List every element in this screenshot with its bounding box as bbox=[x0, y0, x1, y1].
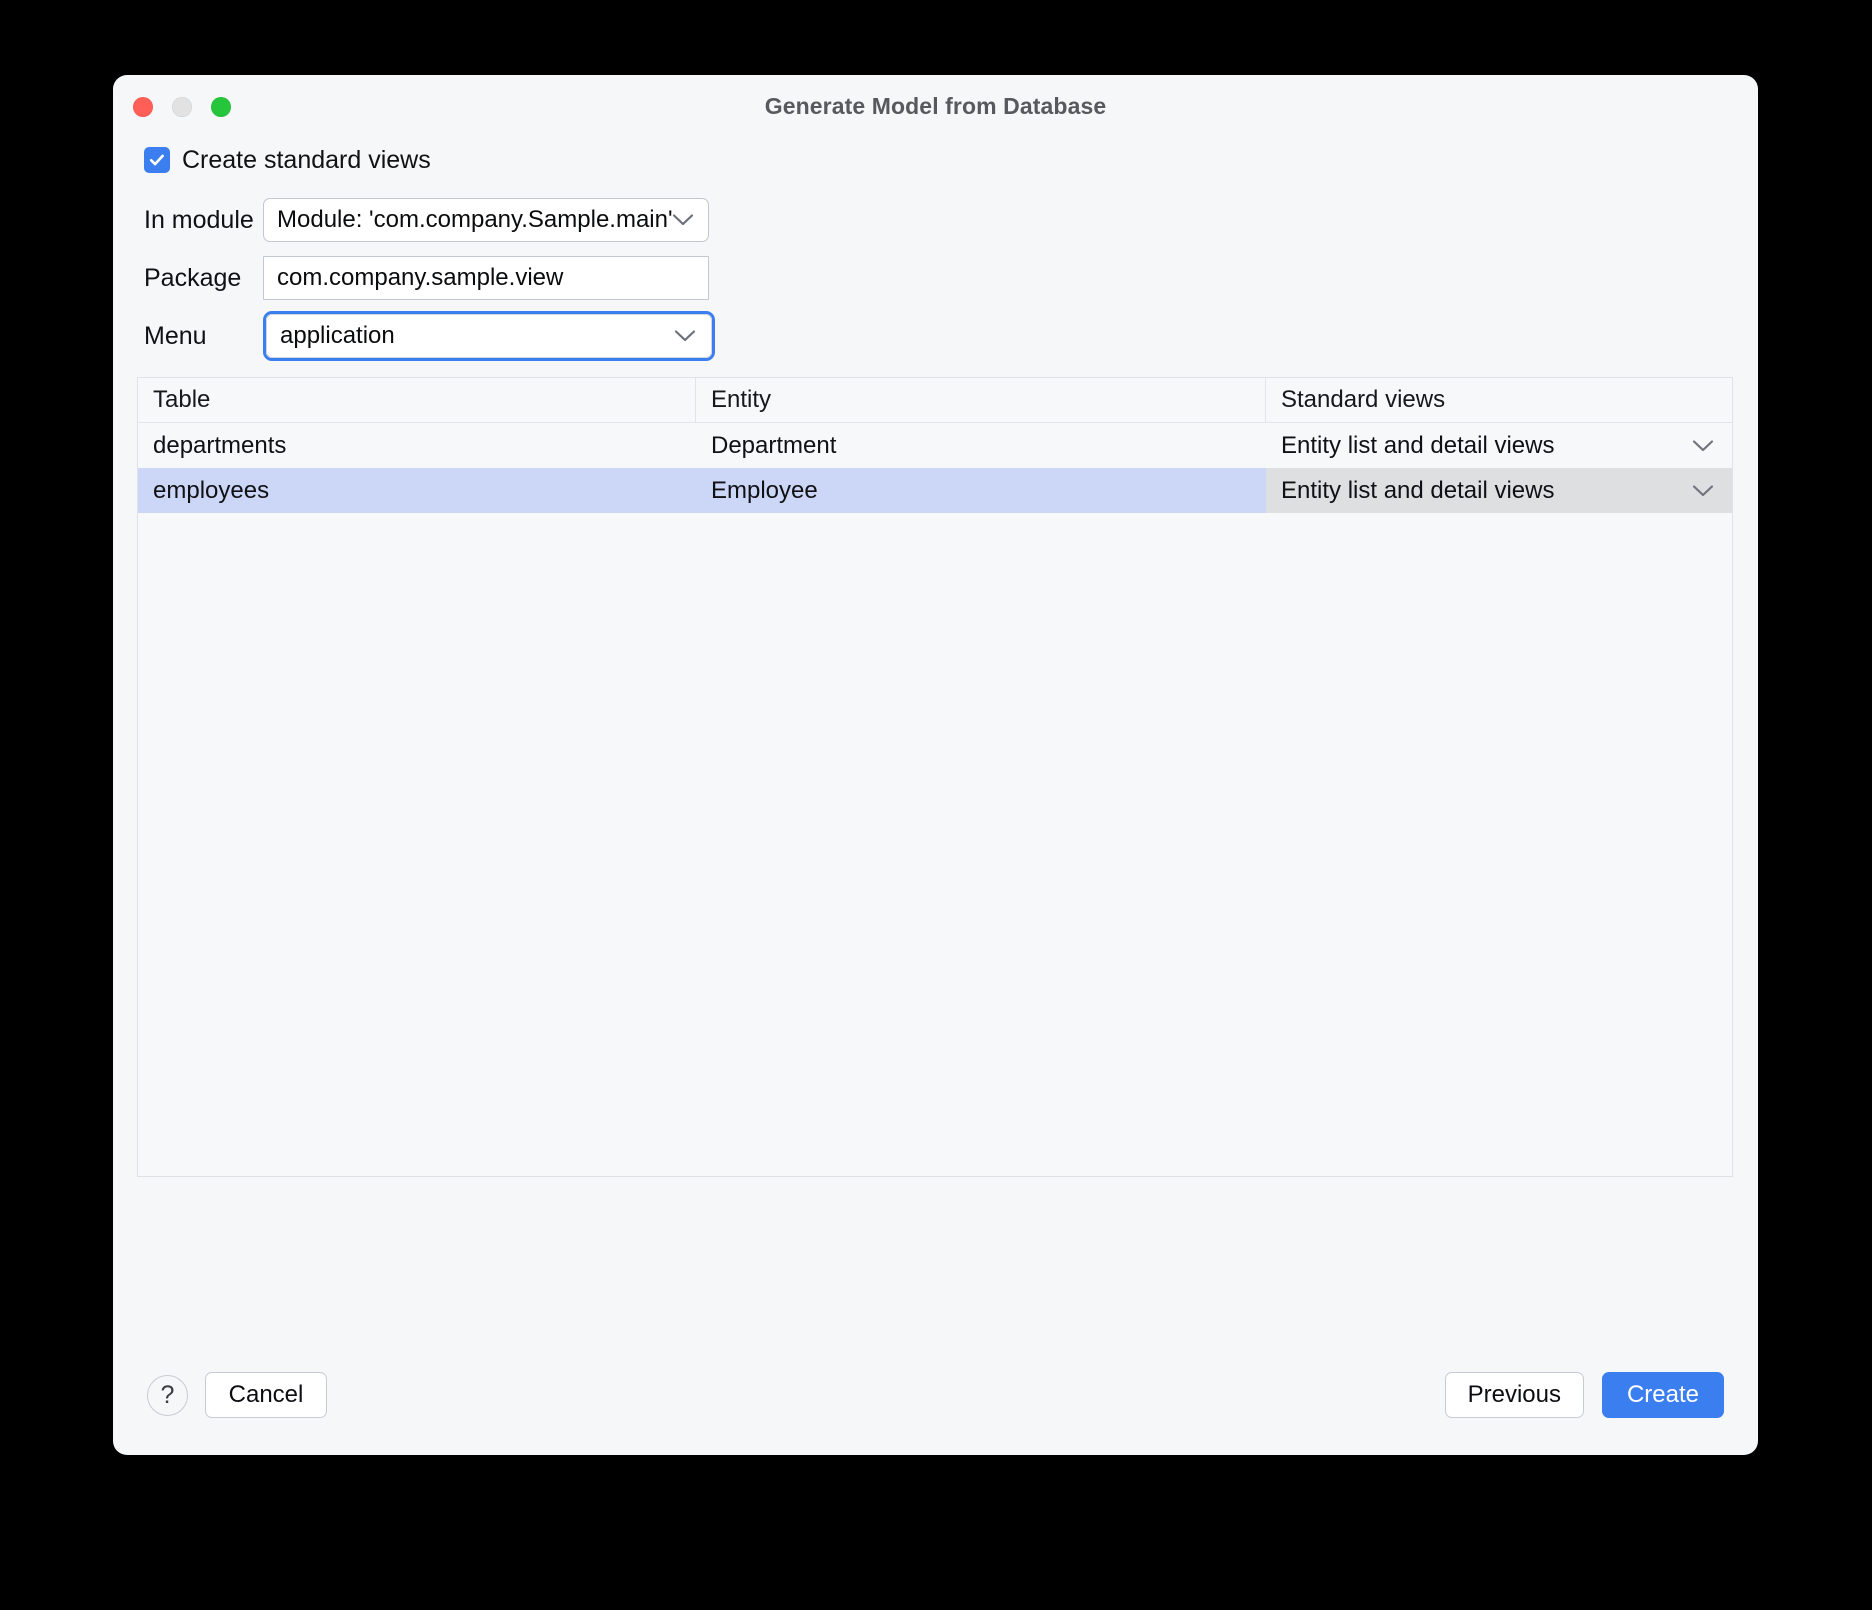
create-standard-views-checkbox[interactable] bbox=[144, 147, 170, 173]
cell-entity[interactable]: Employee bbox=[696, 468, 1266, 513]
previous-button[interactable]: Previous bbox=[1444, 1372, 1584, 1418]
dialog-content: Create standard views In module Module: … bbox=[113, 143, 1758, 1177]
create-button[interactable]: Create bbox=[1602, 1372, 1724, 1418]
menu-select[interactable]: application bbox=[263, 311, 715, 361]
cell-standard-views[interactable]: Entity list and detail views bbox=[1266, 468, 1732, 513]
package-field-wrap: com.company.sample.view bbox=[263, 256, 709, 300]
table-header: Table Entity Standard views bbox=[138, 378, 1732, 423]
cell-table: employees bbox=[153, 476, 270, 504]
menu-row: Menu application bbox=[135, 307, 1736, 365]
column-header-table[interactable]: Table bbox=[138, 378, 696, 422]
column-header-standard-views[interactable]: Standard views bbox=[1266, 378, 1732, 422]
in-module-field-wrap: Module: 'com.company.Sample.main' bbox=[263, 198, 709, 242]
package-value: com.company.sample.view bbox=[277, 264, 564, 291]
menu-field-wrap: application bbox=[263, 311, 715, 361]
column-header-entity[interactable]: Entity bbox=[696, 378, 1266, 422]
window-title: Generate Model from Database bbox=[764, 93, 1107, 119]
entities-table: Table Entity Standard views departments … bbox=[137, 377, 1733, 1177]
table-row[interactable]: employees Employee Entity list and detai… bbox=[138, 468, 1732, 513]
chevron-down-icon[interactable] bbox=[1692, 484, 1714, 498]
create-standard-views-row[interactable]: Create standard views bbox=[144, 143, 1736, 177]
menu-label: Menu bbox=[144, 321, 207, 350]
menu-select-inner: application bbox=[266, 314, 712, 358]
in-module-label: In module bbox=[144, 205, 254, 234]
chevron-down-icon bbox=[672, 213, 694, 227]
menu-value: application bbox=[280, 322, 395, 349]
dialog-footer: ? Cancel Previous Create bbox=[113, 1335, 1758, 1455]
in-module-row: In module Module: 'com.company.Sample.ma… bbox=[135, 191, 1736, 249]
package-input[interactable]: com.company.sample.view bbox=[263, 256, 709, 300]
title-bar: Generate Model from Database bbox=[113, 75, 1758, 138]
cell-standard-views-value: Entity list and detail views bbox=[1281, 476, 1555, 504]
chevron-down-icon[interactable] bbox=[1692, 439, 1714, 453]
package-label: Package bbox=[144, 263, 242, 292]
footer-left-group: ? Cancel bbox=[147, 1372, 327, 1418]
in-module-value: Module: 'com.company.Sample.main' bbox=[277, 206, 673, 233]
table-row[interactable]: departments Department Entity list and d… bbox=[138, 423, 1732, 468]
dialog-window: Generate Model from Database Create stan… bbox=[113, 75, 1758, 1455]
create-standard-views-label: Create standard views bbox=[182, 145, 431, 174]
cell-table: departments bbox=[153, 431, 287, 459]
in-module-select[interactable]: Module: 'com.company.Sample.main' bbox=[263, 198, 709, 242]
cell-standard-views[interactable]: Entity list and detail views bbox=[1266, 423, 1732, 468]
cell-entity[interactable]: Department bbox=[696, 423, 1266, 468]
help-button[interactable]: ? bbox=[147, 1374, 188, 1416]
form: In module Module: 'com.company.Sample.ma… bbox=[135, 191, 1736, 365]
chevron-down-icon bbox=[674, 329, 696, 343]
cell-standard-views-value: Entity list and detail views bbox=[1281, 431, 1555, 459]
footer-right-group: Previous Create bbox=[1444, 1372, 1724, 1418]
cancel-button[interactable]: Cancel bbox=[205, 1372, 327, 1418]
package-row: Package com.company.sample.view bbox=[135, 249, 1736, 307]
